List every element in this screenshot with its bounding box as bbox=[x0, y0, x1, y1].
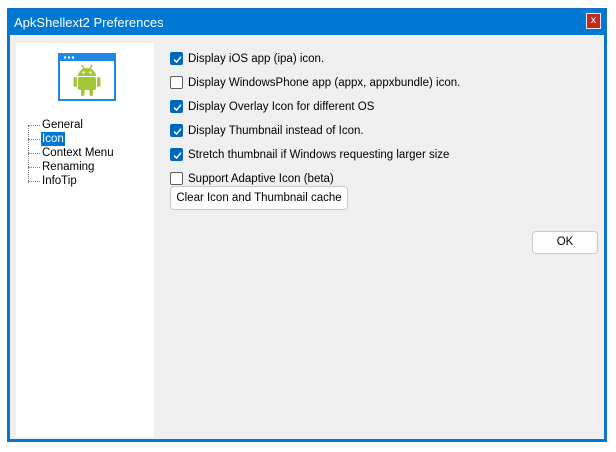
option-label: Display WindowsPhone app (appx, appxbund… bbox=[188, 77, 461, 89]
tree-item-label: Renaming bbox=[42, 161, 95, 173]
ok-button[interactable]: OK bbox=[532, 231, 598, 254]
option-label: Display iOS app (ipa) icon. bbox=[188, 53, 325, 65]
clear-cache-button[interactable]: Clear Icon and Thumbnail cache bbox=[170, 186, 348, 210]
checkbox-checked-icon[interactable] bbox=[170, 148, 183, 161]
tree-connector bbox=[28, 125, 40, 126]
close-button[interactable]: x bbox=[586, 13, 601, 29]
checkbox-unchecked-icon[interactable] bbox=[170, 172, 183, 185]
client-area: General Icon Context Menu Renaming InfoT… bbox=[10, 35, 604, 439]
checkbox-checked-icon[interactable] bbox=[170, 52, 183, 65]
tree-connector bbox=[28, 153, 40, 154]
tree-item-label: General bbox=[42, 119, 83, 131]
window-title: ApkShellext2 Preferences bbox=[14, 15, 164, 30]
title-bar[interactable]: ApkShellext2 Preferences x bbox=[8, 9, 606, 35]
tree-item-label: Context Menu bbox=[42, 147, 114, 159]
option-label: Display Overlay Icon for different OS bbox=[188, 101, 375, 113]
tree-connector bbox=[28, 167, 40, 168]
option-label: Support Adaptive Icon (beta) bbox=[188, 173, 334, 185]
tree-item-label: Icon bbox=[41, 132, 65, 146]
tree-connector-line bbox=[28, 125, 29, 183]
category-panel: General Icon Context Menu Renaming InfoT… bbox=[16, 43, 154, 437]
checkbox-checked-icon[interactable] bbox=[170, 100, 183, 113]
checkbox-checked-icon[interactable] bbox=[170, 124, 183, 137]
android-window-icon bbox=[58, 53, 116, 101]
tree-connector bbox=[28, 181, 40, 182]
option-label: Display Thumbnail instead of Icon. bbox=[188, 125, 364, 137]
checkbox-unchecked-icon[interactable] bbox=[170, 76, 183, 89]
preferences-window: ApkShellext2 Preferences x General Icon … bbox=[7, 8, 607, 442]
option-label: Stretch thumbnail if Windows requesting … bbox=[188, 149, 450, 161]
tree-connector bbox=[28, 139, 40, 140]
tree-item-label: InfoTip bbox=[42, 175, 77, 187]
